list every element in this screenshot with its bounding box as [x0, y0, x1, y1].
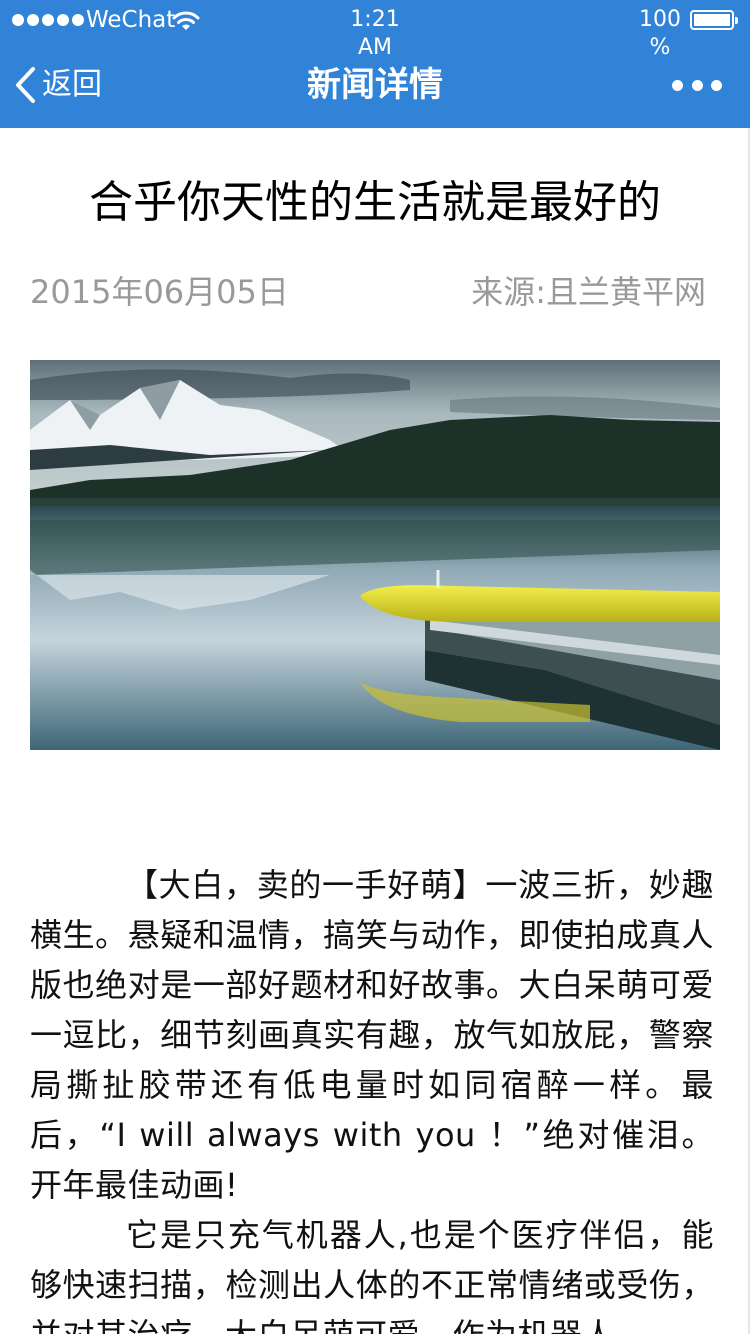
- status-time: 1:21 AM: [350, 7, 400, 60]
- article-date: 2015年06月05日: [30, 273, 289, 311]
- signal-dots-icon: [12, 14, 84, 26]
- news-detail-screen: WeChat 1:21 AM 100 % 返回 新闻详情 合乎你天性的生活就是最…: [0, 0, 750, 1334]
- battery-icon: [690, 10, 738, 30]
- article-paragraph: 【大白，卖的一手好萌】一波三折，妙趣横生。悬疑和温情，搞笑与动作，即使拍成真人版…: [30, 866, 714, 1204]
- back-button[interactable]: 返回: [14, 60, 102, 110]
- carrier-label: WeChat: [86, 7, 176, 33]
- battery-percent: 100 %: [639, 7, 681, 60]
- back-label: 返回: [42, 67, 102, 102]
- lake-kayak-photo: [30, 360, 720, 750]
- article-hero-image: [30, 360, 720, 750]
- status-bar: WeChat 1:21 AM 100 %: [0, 0, 750, 60]
- top-bar: WeChat 1:21 AM 100 % 返回 新闻详情: [0, 0, 750, 128]
- article-paragraph: 它是只充气机器人,也是个医疗伴侣，能够快速扫描，检测出人体的不正常情绪或受伤，并…: [30, 1216, 714, 1334]
- page-title: 新闻详情: [307, 65, 443, 105]
- wifi-icon: [172, 11, 200, 30]
- more-dots-icon: [672, 79, 683, 91]
- article-meta: 2015年06月05日 来源:且兰黄平网: [30, 270, 706, 314]
- article-body: 【大白，卖的一手好萌】一波三折，妙趣横生。悬疑和温情，搞笑与动作，即使拍成真人版…: [30, 860, 714, 1334]
- article-source: 来源:且兰黄平网: [471, 273, 706, 311]
- article-title: 合乎你天性的生活就是最好的: [89, 177, 661, 228]
- chevron-left-icon: [16, 67, 35, 103]
- more-options-button[interactable]: [672, 70, 722, 100]
